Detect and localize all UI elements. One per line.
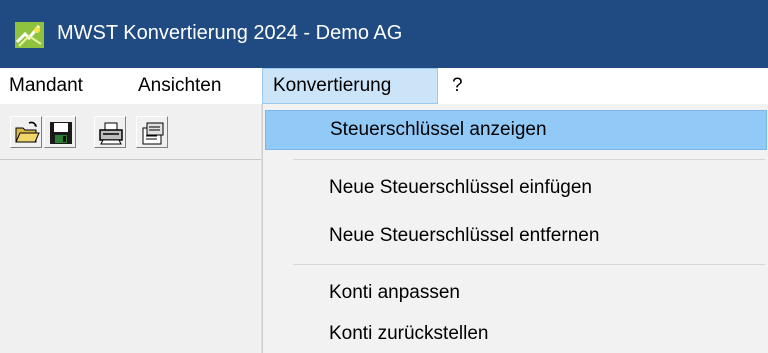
title-bar: MWST Konvertierung 2024 - Demo AG	[0, 0, 768, 68]
menu-separator	[293, 264, 765, 265]
menu-konvertierung[interactable]: Konvertierung	[262, 68, 438, 104]
menu-ansichten[interactable]: Ansichten	[131, 68, 228, 104]
menu-item-steuerschluessel-anzeigen[interactable]: Steuerschlüssel anzeigen	[265, 110, 767, 150]
menu-item-konti-zurueckstellen[interactable]: Konti zurückstellen	[265, 314, 767, 353]
menu-help[interactable]: ?	[445, 68, 470, 104]
window-title: MWST Konvertierung 2024 - Demo AG	[57, 22, 403, 44]
menu-item-steuerschluessel-einfuegen[interactable]: Neue Steuerschlüssel einfügen	[265, 168, 767, 208]
printer-icon[interactable]	[94, 116, 126, 148]
menu-separator	[293, 159, 765, 160]
konvertierung-dropdown-menu: Steuerschlüssel anzeigen Neue Steuerschl…	[262, 104, 768, 353]
menu-bar: Mandant Ansichten Konvertierung ?	[0, 68, 768, 104]
save-disk-icon[interactable]	[44, 116, 76, 148]
app-logo-icon[interactable]	[15, 22, 44, 48]
menu-mandant[interactable]: Mandant	[2, 68, 90, 104]
properties-icon[interactable]	[136, 116, 168, 148]
menu-item-steuerschluessel-entfernen[interactable]: Neue Steuerschlüssel entfernen	[265, 216, 767, 256]
open-folder-icon[interactable]	[10, 116, 42, 148]
menu-item-konti-anpassen[interactable]: Konti anpassen	[265, 273, 767, 313]
